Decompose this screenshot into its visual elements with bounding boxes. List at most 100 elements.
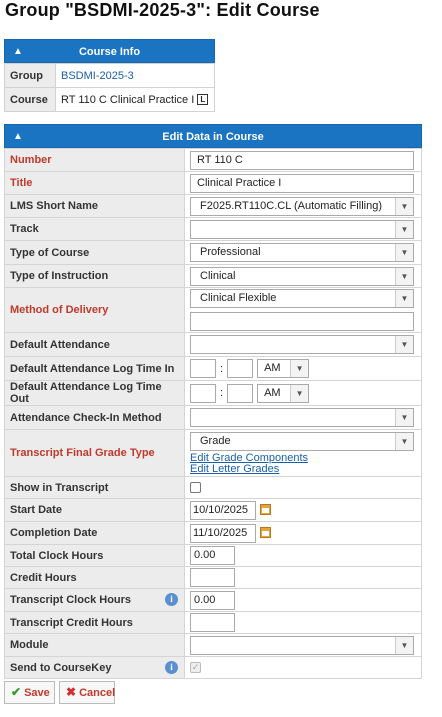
check-in-method-cell: ▼ [184, 405, 422, 430]
grade-type-label: Transcript Final Grade Type [4, 429, 185, 477]
type-of-course-select[interactable]: Professional ▼ [190, 243, 414, 262]
table-row: Transcript Clock Hours i 0.00 [4, 588, 422, 612]
total-clock-hours-input[interactable]: 0.00 [190, 546, 235, 565]
default-attendance-select[interactable]: ▼ [190, 335, 414, 354]
info-icon[interactable]: i [165, 661, 178, 674]
credit-hours-label: Credit Hours [4, 566, 185, 589]
grade-type-cell: Grade ▼ Edit Grade Components Edit Letter… [184, 429, 422, 477]
edit-course-panel: ▲ Edit Data in Course Number RT 110 C Ti… [4, 124, 422, 679]
log-time-out-cell: : AM ▼ [184, 380, 422, 406]
dropdown-arrow-icon[interactable]: ▼ [395, 432, 413, 450]
dropdown-arrow-icon[interactable]: ▼ [290, 360, 309, 377]
completion-date-cell: 11/10/2025 [184, 521, 422, 545]
chevron-up-icon[interactable]: ▲ [13, 40, 23, 64]
table-row: Group BSDMI-2025-3 [4, 63, 215, 88]
total-clock-hours-label: Total Clock Hours [4, 544, 185, 567]
chevron-up-icon[interactable]: ▲ [13, 125, 23, 149]
module-select[interactable]: ▼ [190, 635, 414, 655]
log-time-out-ampm[interactable]: AM ▼ [257, 383, 310, 403]
transcript-credit-hours-input[interactable] [190, 613, 235, 632]
cancel-label: Cancel [79, 687, 116, 699]
transcript-clock-hours-input[interactable]: 0.00 [190, 590, 235, 610]
dropdown-arrow-icon[interactable]: ▼ [395, 636, 413, 654]
course-value: RT 110 C Clinical Practice I [61, 93, 195, 106]
method-of-delivery-select[interactable]: Clinical Flexible ▼ [190, 289, 414, 308]
group-link[interactable]: BSDMI-2025-3 [61, 70, 134, 82]
method-of-delivery-cell: Clinical Flexible ▼ [184, 287, 422, 333]
completion-date-label: Completion Date [4, 521, 185, 545]
lms-label: LMS Short Name [4, 194, 185, 218]
edit-grade-components-link[interactable]: Edit Grade Components [190, 452, 417, 464]
title-input[interactable]: Clinical Practice I [190, 173, 414, 193]
send-to-coursekey-label: Send to CourseKey i [4, 656, 185, 679]
number-label: Number [4, 148, 185, 172]
method-of-delivery-label: Method of Delivery [4, 287, 185, 333]
default-attendance-cell: ▼ [184, 332, 422, 357]
course-info-table: Group BSDMI-2025-3 Course RT 110 C Clini… [4, 63, 215, 112]
dropdown-arrow-icon[interactable]: ▼ [395, 336, 413, 353]
lms-cell: F2025.RT110C.CL (Automatic Filling) ▼ [184, 194, 422, 218]
checkmark-icon: ✔ [11, 685, 22, 699]
send-to-coursekey-checkbox[interactable]: ✓ [190, 662, 201, 673]
log-time-out-group: : AM ▼ [190, 383, 417, 403]
transcript-credit-hours-cell [184, 611, 422, 634]
course-value-cell: RT 110 C Clinical Practice IL [55, 87, 215, 112]
log-time-out-minute[interactable] [227, 383, 254, 403]
log-time-in-hour[interactable] [190, 359, 216, 378]
log-time-out-hour[interactable] [190, 383, 216, 403]
table-row: Start Date 10/10/2025 [4, 498, 422, 522]
dropdown-arrow-icon[interactable]: ▼ [395, 267, 413, 285]
table-row: Method of Delivery Clinical Flexible ▼ [4, 287, 422, 333]
number-input[interactable]: RT 110 C [190, 150, 414, 170]
type-of-instruction-label: Type of Instruction [4, 264, 185, 288]
type-of-instruction-value: Clinical [200, 269, 236, 282]
log-time-in-minute[interactable] [227, 359, 254, 378]
calendar-icon[interactable] [260, 504, 271, 516]
lms-value: F2025.RT110C.CL (Automatic Filling) [200, 199, 382, 212]
start-date-input[interactable]: 10/10/2025 [190, 500, 256, 520]
transcript-clock-hours-text: Transcript Clock Hours [10, 594, 132, 606]
calendar-icon[interactable] [260, 527, 271, 539]
type-of-course-cell: Professional ▼ [184, 240, 422, 265]
log-time-out-label: Default Attendance Log Time Out [4, 380, 185, 406]
dropdown-arrow-icon[interactable]: ▼ [290, 384, 309, 402]
page-title: Group "BSDMI-2025-3": Edit Course [5, 0, 320, 20]
credit-hours-input[interactable] [190, 568, 235, 587]
method-of-delivery-extra-input[interactable] [190, 312, 414, 331]
dropdown-arrow-icon[interactable]: ▼ [395, 197, 413, 215]
dropdown-arrow-icon[interactable]: ▼ [395, 220, 413, 238]
show-in-transcript-checkbox[interactable] [190, 482, 201, 493]
course-label: Course [4, 87, 56, 112]
course-info-header[interactable]: ▲ Course Info [4, 39, 215, 63]
credit-hours-cell [184, 566, 422, 589]
lms-select[interactable]: F2025.RT110C.CL (Automatic Filling) ▼ [190, 196, 414, 216]
time-separator: : [220, 387, 224, 399]
title-label: Title [4, 171, 185, 195]
edit-letter-grades-link[interactable]: Edit Letter Grades [190, 463, 417, 475]
number-cell: RT 110 C [184, 148, 422, 172]
group-value-cell: BSDMI-2025-3 [55, 63, 215, 88]
start-date-cell: 10/10/2025 [184, 498, 422, 522]
completion-date-input[interactable]: 11/10/2025 [190, 523, 256, 543]
dropdown-arrow-icon[interactable]: ▼ [395, 290, 413, 307]
track-cell: ▼ [184, 217, 422, 241]
transcript-clock-hours-cell: 0.00 [184, 588, 422, 612]
info-icon[interactable]: i [165, 593, 178, 606]
cancel-button[interactable]: ✖ Cancel [59, 681, 115, 704]
table-row: Module ▼ [4, 633, 422, 657]
save-button[interactable]: ✔ Save [4, 681, 55, 704]
track-select[interactable]: ▼ [190, 219, 414, 239]
course-info-title: Course Info [78, 46, 141, 58]
log-time-in-ampm[interactable]: AM ▼ [257, 359, 310, 378]
edit-form-table: Number RT 110 C Title Clinical Practice … [4, 148, 422, 679]
dropdown-arrow-icon[interactable]: ▼ [395, 409, 413, 426]
course-info-panel: ▲ Course Info Group BSDMI-2025-3 Course … [4, 39, 215, 112]
grade-type-select[interactable]: Grade ▼ [190, 431, 414, 451]
edit-data-header[interactable]: ▲ Edit Data in Course [4, 124, 422, 148]
check-in-method-select[interactable]: ▼ [190, 408, 414, 427]
type-of-instruction-select[interactable]: Clinical ▼ [190, 266, 414, 286]
type-of-instruction-cell: Clinical ▼ [184, 264, 422, 288]
table-row: Completion Date 11/10/2025 [4, 521, 422, 545]
dropdown-arrow-icon[interactable]: ▼ [395, 244, 413, 261]
table-row: Default Attendance ▼ [4, 332, 422, 357]
